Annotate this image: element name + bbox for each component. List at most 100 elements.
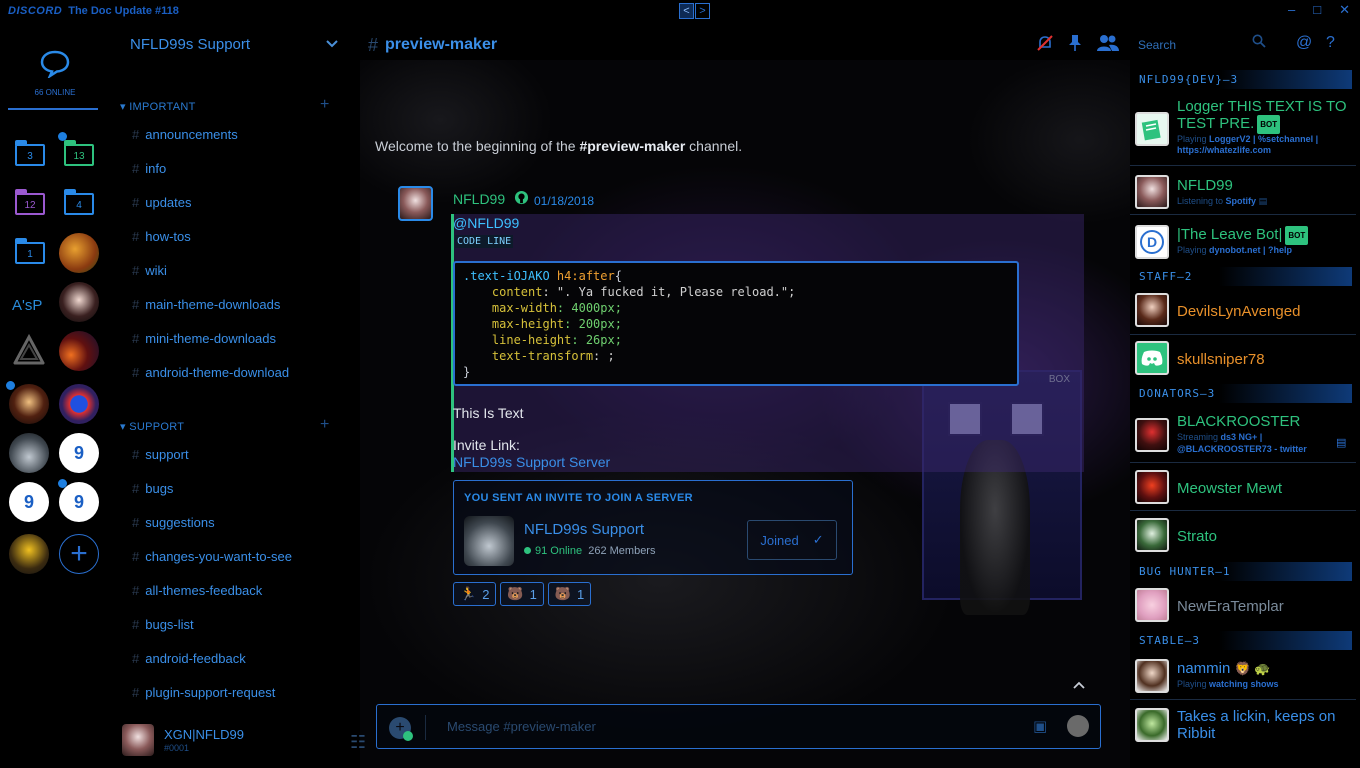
guild-icon-warrior[interactable] bbox=[59, 233, 99, 273]
message-text: Invite Link: bbox=[453, 437, 520, 453]
add-channel-icon[interactable]: + bbox=[320, 96, 330, 114]
back-button[interactable]: < bbox=[679, 3, 694, 19]
reaction[interactable]: 🐻 1 bbox=[547, 582, 592, 606]
channel-sidebar: NFLD99s Support ▾ IMPORTANT + # announcem… bbox=[110, 22, 366, 768]
member-group-header: DONATORS—3 bbox=[1130, 384, 1352, 403]
emoji-picker-icon[interactable] bbox=[1067, 715, 1089, 737]
guild-folder[interactable]: 13 bbox=[64, 140, 94, 166]
guild-icon-9-alt[interactable]: 9 bbox=[9, 482, 49, 522]
channel-item[interactable]: # updates bbox=[132, 195, 192, 210]
guild-folder[interactable]: 1 bbox=[15, 238, 45, 264]
member-name: DevilsLynAvenged bbox=[1177, 303, 1301, 320]
settings-icon[interactable]: ☷ bbox=[350, 732, 366, 753]
avatar[interactable] bbox=[398, 186, 433, 221]
user-mention[interactable]: @NFLD99 bbox=[453, 215, 519, 231]
channel-item[interactable]: # plugin-support-request bbox=[132, 685, 275, 700]
invite-link[interactable]: NFLD99s Support Server bbox=[453, 454, 610, 470]
guild-icon-dc[interactable] bbox=[59, 384, 99, 424]
upload-button[interactable]: + bbox=[389, 717, 413, 741]
hash-icon: # bbox=[132, 297, 140, 312]
channel-item[interactable]: # bugs bbox=[132, 481, 173, 496]
mentions-icon[interactable]: @ bbox=[1296, 34, 1312, 52]
direct-messages-button[interactable] bbox=[40, 48, 70, 78]
channel-item[interactable]: # android-feedback bbox=[132, 651, 246, 666]
channel-item[interactable]: # announcements bbox=[132, 127, 238, 142]
add-server-button[interactable]: + bbox=[59, 534, 99, 574]
hash-icon: # bbox=[132, 685, 140, 700]
channel-item[interactable]: # android-theme-download bbox=[132, 365, 289, 380]
members-icon[interactable] bbox=[1096, 34, 1120, 57]
channel-item[interactable]: # info bbox=[132, 161, 166, 176]
channel-item[interactable]: # mini-theme-downloads bbox=[132, 331, 276, 346]
guild-list: 66 ONLINE 3 13 12 4 1 A'sP 9 9 9 + bbox=[0, 22, 110, 768]
channel-item[interactable]: # all-themes-feedback bbox=[132, 583, 262, 598]
search-icon bbox=[1252, 34, 1266, 52]
reaction-emoji: 🐻 bbox=[507, 586, 524, 601]
code-block: .text-iOJAKO h4:after{ content: ". Ya fu… bbox=[453, 261, 1019, 386]
message-author[interactable]: NFLD99 bbox=[453, 191, 505, 207]
pin-icon[interactable] bbox=[1068, 34, 1082, 57]
unread-dot bbox=[6, 381, 15, 390]
gift-icon[interactable]: ▣ bbox=[1033, 717, 1047, 735]
message-input[interactable]: Message #preview-maker bbox=[447, 719, 596, 734]
invite-server-name[interactable]: NFLD99s Support bbox=[524, 521, 644, 538]
avatar bbox=[1135, 659, 1169, 693]
channel-item[interactable]: # how-tos bbox=[132, 229, 191, 244]
guild-icon-yellow[interactable] bbox=[9, 534, 49, 574]
help-icon[interactable]: ? bbox=[1326, 34, 1335, 52]
close-button[interactable]: ✕ bbox=[1339, 2, 1350, 18]
avatar[interactable] bbox=[122, 724, 154, 756]
avatar bbox=[1135, 588, 1169, 622]
add-channel-icon[interactable]: + bbox=[320, 416, 330, 434]
search-input[interactable]: Search bbox=[1138, 38, 1176, 52]
channel-item[interactable]: # changes-you-want-to-see bbox=[132, 549, 292, 564]
channel-item[interactable]: # support bbox=[132, 447, 189, 462]
guild-icon-planet[interactable] bbox=[59, 331, 99, 371]
avatar bbox=[1135, 341, 1169, 375]
hash-icon: # bbox=[132, 365, 140, 380]
message-text: This Is Text bbox=[453, 405, 524, 421]
category-support[interactable]: ▾ SUPPORT + bbox=[120, 416, 329, 433]
guild-icon-triangle[interactable] bbox=[9, 331, 49, 371]
guild-icon-candle[interactable] bbox=[9, 384, 49, 424]
bot-badge: BOT bbox=[1285, 226, 1309, 245]
channel-item[interactable]: # bugs-list bbox=[132, 617, 194, 632]
guild-icon-support[interactable] bbox=[9, 433, 49, 473]
forward-button[interactable]: > bbox=[695, 3, 710, 19]
chevron-up-icon[interactable] bbox=[1073, 676, 1085, 692]
hash-icon: # bbox=[132, 651, 140, 666]
avatar bbox=[1135, 708, 1169, 742]
hash-icon: # bbox=[132, 617, 140, 632]
channel-item[interactable]: # suggestions bbox=[132, 515, 215, 530]
channel-item[interactable]: # wiki bbox=[132, 263, 167, 278]
joined-button[interactable]: Joined ✓ bbox=[747, 520, 837, 560]
maximize-button[interactable]: □ bbox=[1313, 2, 1321, 18]
hash-icon: # bbox=[132, 263, 140, 278]
channel-item[interactable]: # main-theme-downloads bbox=[132, 297, 280, 312]
guild-folder[interactable]: 12 bbox=[15, 189, 45, 215]
reaction[interactable]: 🐻 1 bbox=[500, 582, 544, 606]
mute-bell-icon[interactable] bbox=[1036, 34, 1054, 57]
guild-icon-9[interactable]: 9 bbox=[59, 433, 99, 473]
minimize-button[interactable]: – bbox=[1288, 2, 1295, 18]
server-icon[interactable] bbox=[464, 516, 514, 566]
guild-folder[interactable]: 4 bbox=[64, 189, 94, 215]
guild-icon-avatar[interactable] bbox=[59, 282, 99, 322]
folder-count: 13 bbox=[64, 144, 94, 166]
avatar bbox=[1135, 418, 1169, 452]
category-important[interactable]: ▾ IMPORTANT + bbox=[120, 96, 329, 113]
search-box[interactable]: Search bbox=[1130, 22, 1280, 68]
svg-text:D: D bbox=[1147, 234, 1157, 250]
avatar bbox=[1135, 175, 1169, 209]
guild-icon-9j[interactable]: 9 bbox=[59, 482, 99, 522]
chevron-down-icon[interactable] bbox=[326, 36, 338, 52]
reaction[interactable]: 🏃 2 bbox=[453, 582, 497, 606]
guild-folder[interactable]: 3 bbox=[15, 140, 45, 166]
member-name: Meowster Mewt bbox=[1177, 480, 1283, 497]
member-name: skullsniper78 bbox=[1177, 351, 1265, 368]
hash-icon: # bbox=[132, 447, 140, 462]
member-activity: dynobot.net | ?help bbox=[1209, 245, 1293, 255]
guild-asp[interactable]: A'sP bbox=[12, 297, 42, 314]
reaction-emoji: 🐻 bbox=[554, 586, 572, 601]
server-name[interactable]: NFLD99s Support bbox=[130, 36, 250, 53]
